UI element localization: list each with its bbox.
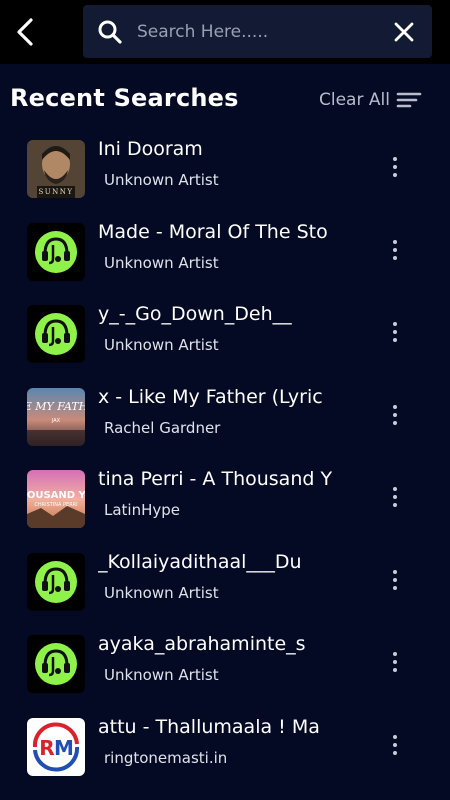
song-title: x - Like My Father (Lyric bbox=[98, 385, 323, 408]
more-options-icon[interactable] bbox=[383, 647, 407, 677]
song-artist: Unknown Artist bbox=[104, 171, 219, 189]
sort-lines-icon bbox=[396, 92, 422, 108]
song-artist: LatinHype bbox=[104, 501, 181, 519]
more-options-icon[interactable] bbox=[383, 400, 407, 430]
list-item[interactable]: SUNNY Ini Dooram Unknown Artist bbox=[0, 126, 450, 209]
song-title: y_-_Go_Down_Deh__ bbox=[98, 303, 292, 325]
song-title: attu - Thallumaala ! Ma bbox=[98, 715, 320, 738]
svg-text:SUNNY: SUNNY bbox=[38, 188, 73, 196]
clear-all-button[interactable]: Clear All bbox=[319, 88, 422, 112]
back-arrow-icon bbox=[17, 18, 33, 46]
song-artist: ringtonemasti.in bbox=[104, 748, 228, 767]
song-thumbnail bbox=[27, 552, 85, 611]
song-thumbnail: E MY FATH JAX bbox=[27, 387, 85, 446]
list-item[interactable]: THOUSAND YEA CHRISTINA PERRI tina Perri … bbox=[0, 456, 450, 539]
song-artist: Unknown Artist bbox=[104, 253, 219, 272]
song-title: tina Perri - A Thousand Y bbox=[98, 468, 333, 490]
list-item[interactable]: Made - Moral Of The Sto Unknown Artist bbox=[0, 209, 450, 292]
song-title: Ini Dooram bbox=[98, 138, 203, 160]
list-item[interactable]: _Kollaiyadithaal___Du Unknown Artist bbox=[0, 539, 450, 622]
more-options-icon[interactable] bbox=[383, 317, 407, 347]
recent-searches-list: SUNNY Ini Dooram Unknown Artist Made - M… bbox=[0, 126, 450, 786]
song-thumbnail bbox=[27, 635, 85, 693]
song-artist: Unknown Artist bbox=[104, 583, 219, 602]
song-artist: Unknown Artist bbox=[104, 666, 219, 684]
svg-text:R: R bbox=[39, 736, 54, 760]
list-item[interactable]: ayaka_abrahaminte_s Unknown Artist bbox=[0, 621, 450, 704]
song-artist: Unknown Artist bbox=[104, 336, 219, 354]
song-title: _Kollaiyadithaal___Du bbox=[98, 550, 302, 573]
clear-all-label: Clear All bbox=[319, 90, 390, 110]
list-item[interactable]: E MY FATH JAX x - Like My Father (Lyric … bbox=[0, 374, 450, 457]
top-bar bbox=[0, 0, 450, 64]
headphones-logo-icon bbox=[27, 552, 85, 611]
close-icon[interactable] bbox=[391, 19, 417, 45]
headphones-logo-icon bbox=[27, 222, 85, 281]
song-thumbnail bbox=[27, 222, 85, 281]
svg-text:M: M bbox=[54, 736, 74, 760]
headphones-logo-icon bbox=[27, 305, 85, 363]
song-thumbnail bbox=[27, 305, 85, 363]
more-options-icon[interactable] bbox=[383, 152, 407, 182]
more-options-icon[interactable] bbox=[383, 235, 407, 265]
headphones-logo-icon bbox=[27, 635, 85, 693]
song-title: ayaka_abrahaminte_s bbox=[98, 633, 306, 655]
song-title: Made - Moral Of The Sto bbox=[98, 220, 328, 243]
more-options-icon[interactable] bbox=[383, 482, 407, 512]
more-options-icon[interactable] bbox=[383, 730, 407, 760]
recent-searches-title: Recent Searches bbox=[10, 84, 239, 112]
song-thumbnail: R M bbox=[27, 717, 85, 776]
search-box[interactable] bbox=[83, 5, 432, 58]
svg-text:THOUSAND YEA: THOUSAND YEA bbox=[27, 490, 85, 501]
more-options-icon[interactable] bbox=[383, 565, 407, 595]
svg-text:CHRISTINA PERRI: CHRISTINA PERRI bbox=[34, 502, 77, 508]
svg-text:JAX: JAX bbox=[51, 418, 61, 424]
back-button[interactable] bbox=[10, 14, 40, 50]
search-input[interactable] bbox=[137, 15, 377, 48]
list-item[interactable]: y_-_Go_Down_Deh__ Unknown Artist bbox=[0, 291, 450, 374]
svg-text:E MY FATH: E MY FATH bbox=[27, 400, 85, 413]
song-artist: Rachel Gardner bbox=[104, 418, 221, 437]
search-icon bbox=[98, 20, 122, 44]
song-thumbnail: SUNNY bbox=[27, 140, 85, 198]
song-thumbnail: THOUSAND YEA CHRISTINA PERRI bbox=[27, 470, 85, 528]
list-item[interactable]: R M attu - Thallumaala ! Ma ringtonemast… bbox=[0, 704, 450, 787]
rm-logo-icon: R M bbox=[27, 717, 85, 776]
